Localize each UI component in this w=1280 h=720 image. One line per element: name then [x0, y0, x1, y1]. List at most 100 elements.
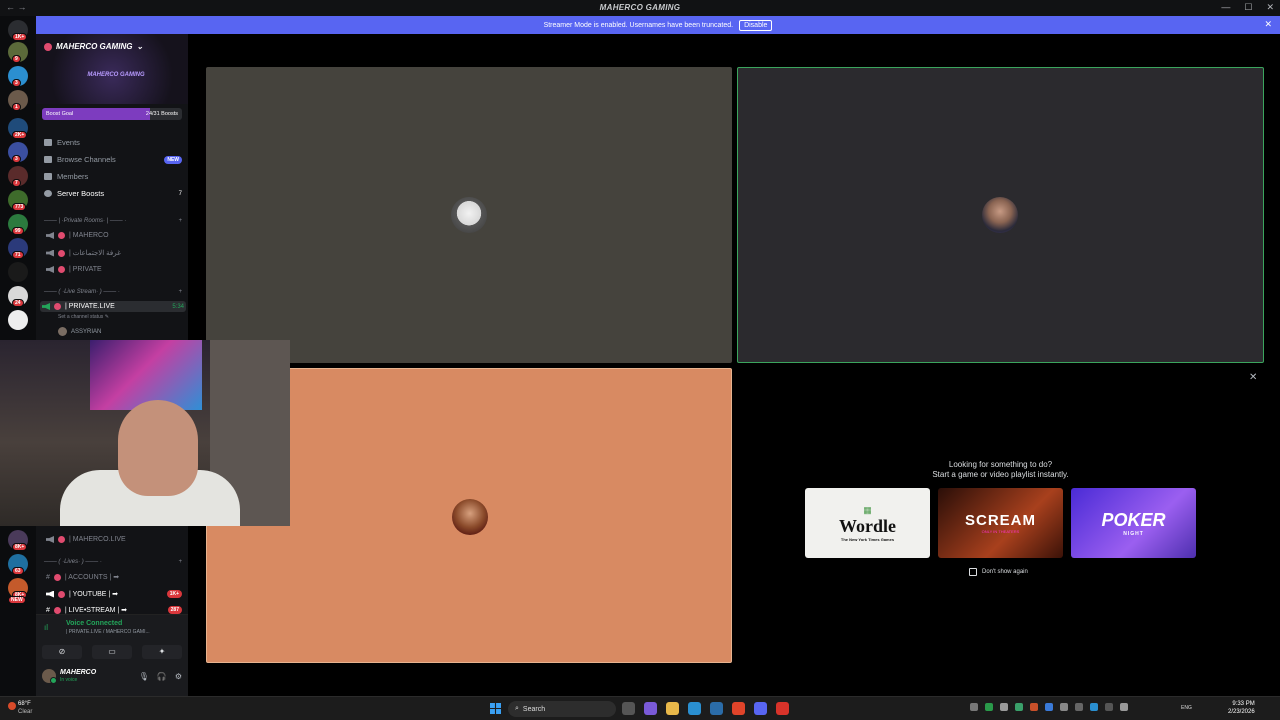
- server-icon[interactable]: 8K+: [8, 530, 28, 551]
- file-explorer-icon[interactable]: [666, 702, 679, 715]
- menu-events[interactable]: Events: [44, 138, 182, 147]
- boost-goal-bar[interactable]: Boost Goal 24/31 Boosts: [42, 108, 182, 120]
- server-icon[interactable]: 3: [8, 66, 28, 87]
- server-icon[interactable]: 71: [8, 238, 28, 259]
- add-channel-icon[interactable]: +: [178, 218, 182, 224]
- discord-icon[interactable]: [754, 702, 767, 715]
- dont-show-again-checkbox[interactable]: Don't show again: [969, 568, 1028, 576]
- bluetooth-icon[interactable]: [1045, 703, 1053, 711]
- app-icon[interactable]: [776, 702, 789, 715]
- camera-off-icon[interactable]: ⊘: [42, 645, 82, 659]
- server-icon[interactable]: [8, 262, 28, 282]
- participant-tile-speaking[interactable]: [737, 67, 1264, 363]
- microphone-icon[interactable]: 🎙: [139, 672, 149, 681]
- disable-streamer-mode-button[interactable]: Disable: [739, 19, 773, 31]
- tray-app-icon[interactable]: [985, 703, 993, 711]
- edge-icon[interactable]: [688, 702, 701, 715]
- maximize-button[interactable]: ☐: [1244, 2, 1252, 13]
- banner-close-icon[interactable]: ✕: [1264, 19, 1272, 30]
- server-icon[interactable]: 3: [8, 142, 28, 163]
- category-label: ─── ( ·Lives· ) ─── ·: [44, 559, 102, 565]
- channel-status-input[interactable]: Set a channel status ✎: [58, 314, 109, 320]
- weather-widget[interactable]: 68°F Clear: [18, 700, 32, 716]
- server-name-dropdown[interactable]: MAHERCO GAMING ⌄: [44, 42, 143, 51]
- task-view-icon[interactable]: [622, 702, 635, 715]
- chrome-icon[interactable]: [732, 702, 745, 715]
- channel-maherco[interactable]: | MAHERCO: [46, 232, 182, 239]
- channel-private-live[interactable]: | PRIVATE.LIVE 5:34: [40, 301, 186, 312]
- participant-tile[interactable]: [206, 67, 732, 363]
- store-icon[interactable]: [710, 702, 723, 715]
- server-icon[interactable]: 9: [8, 42, 28, 63]
- tray-app-icon[interactable]: [970, 703, 978, 711]
- activity-card-scream[interactable]: SCREAM ONLY IN THEATERS: [938, 488, 1063, 558]
- add-channel-icon[interactable]: +: [178, 289, 182, 295]
- close-activity-panel-icon[interactable]: ✕: [1249, 372, 1257, 383]
- weather-icon[interactable]: [8, 702, 16, 710]
- activity-card-subtitle: ONLY IN THEATERS: [981, 529, 1020, 534]
- activity-card-wordle[interactable]: ▦ Wordle The New York Times Games: [805, 488, 930, 558]
- channel-maherco-live[interactable]: | MAHERCO.LIVE: [46, 536, 182, 543]
- minimize-button[interactable]: —: [1221, 2, 1230, 13]
- voice-connected-title: Voice Connected: [66, 620, 123, 627]
- microphone-tray-icon[interactable]: [1120, 703, 1128, 711]
- server-icon[interactable]: 773: [8, 190, 28, 211]
- unread-badge: 1K+: [166, 590, 182, 598]
- user-status: In voice: [60, 677, 78, 683]
- screen-share-icon[interactable]: ▭: [92, 645, 132, 659]
- channel-private[interactable]: | PRIVATE: [46, 266, 182, 273]
- unread-badge: 3: [12, 155, 21, 163]
- server-icon[interactable]: 24: [8, 286, 28, 307]
- channel-accounts[interactable]: # | ACCOUNTS | ➡: [46, 573, 182, 581]
- tray-app-icon[interactable]: [1060, 703, 1068, 711]
- server-icon[interactable]: 2K+: [8, 118, 28, 139]
- channel-call-duration: 5:34: [172, 303, 184, 310]
- tray-app-icon[interactable]: [1000, 703, 1008, 711]
- activities-icon[interactable]: ✦: [142, 645, 182, 659]
- server-icon[interactable]: [8, 310, 28, 330]
- window-controls: — ☐ ✕: [1221, 2, 1274, 13]
- unread-badge: 8K+: [12, 543, 28, 551]
- channel-youtube[interactable]: | YOUTUBE | ➡ 1K+: [46, 590, 182, 598]
- tray-app-icon[interactable]: [1090, 703, 1098, 711]
- language-indicator[interactable]: ENG: [1181, 705, 1192, 711]
- copilot-icon[interactable]: [644, 702, 657, 715]
- windows-start-icon[interactable]: [490, 703, 501, 714]
- voice-connected-channel[interactable]: | PRIVATE.LIVE / MAHERCO GAMI...: [66, 629, 150, 635]
- server-icon[interactable]: 7: [8, 166, 28, 187]
- checkbox-box[interactable]: [969, 568, 977, 576]
- taskbar-clock[interactable]: 9:33 PM 2/23/2026: [1228, 700, 1255, 716]
- menu-server-boosts[interactable]: Server Boosts 7: [44, 189, 182, 198]
- server-icon[interactable]: 99: [8, 214, 28, 235]
- menu-browse-channels[interactable]: Browse Channels NEW: [44, 155, 182, 164]
- server-icon[interactable]: 63: [8, 554, 28, 575]
- category-lives[interactable]: ─── ( ·Lives· ) ─── · +: [44, 559, 182, 565]
- activity-card-poker-night[interactable]: POKER NIGHT: [1071, 488, 1196, 558]
- category-private-rooms[interactable]: ─── | ·Private Rooms· | ─── · +: [44, 218, 182, 224]
- voice-member[interactable]: ASSYRIAN: [58, 327, 101, 336]
- close-window-button[interactable]: ✕: [1266, 2, 1274, 13]
- server-icon[interactable]: 1: [8, 90, 28, 111]
- add-channel-icon[interactable]: +: [178, 559, 182, 565]
- participant-avatar: [982, 197, 1018, 233]
- user-panel[interactable]: MAHERCO In voice 🎙 🎧 ⚙: [42, 669, 182, 684]
- menu-members[interactable]: Members: [44, 172, 182, 181]
- gear-icon[interactable]: ⚙: [175, 672, 182, 681]
- speaker-icon: [46, 249, 54, 257]
- signal-icon[interactable]: ıl: [44, 623, 48, 632]
- tray-app-icon[interactable]: [1105, 703, 1113, 711]
- direct-messages-icon[interactable]: 1K+: [8, 20, 28, 41]
- window-title: MAHERCO GAMING: [599, 3, 681, 12]
- unread-badge: 3: [12, 79, 21, 87]
- taskbar-search[interactable]: ⌕ Search: [508, 701, 616, 717]
- channel-live-stream[interactable]: # | LIVE•STREAM | ➡ 287: [46, 606, 182, 614]
- category-live-stream[interactable]: ─── ( ·Live Stream· ) ─── · +: [44, 289, 182, 295]
- tray-app-icon[interactable]: [1015, 703, 1023, 711]
- headphones-icon[interactable]: 🎧: [157, 672, 167, 681]
- unread-badge: 1: [12, 103, 21, 111]
- hash-icon: #: [46, 606, 50, 614]
- tray-app-icon[interactable]: [1030, 703, 1038, 711]
- channel-meetings[interactable]: | غرفة الاجتماعات: [46, 249, 182, 257]
- tray-app-icon[interactable]: [1075, 703, 1083, 711]
- channel-label: | MAHERCO: [69, 232, 109, 239]
